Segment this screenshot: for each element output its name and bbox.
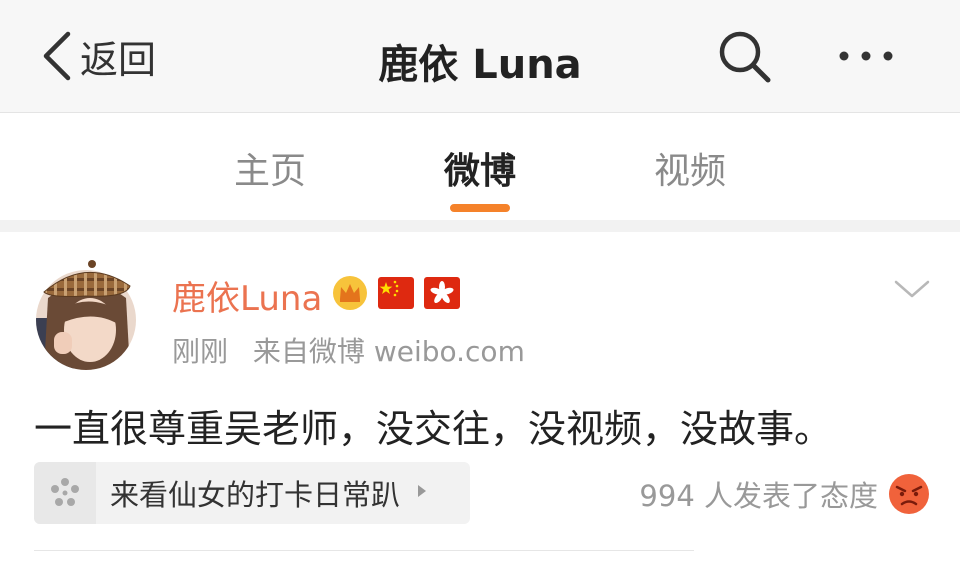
topic-label: 来看仙女的打卡日常趴 bbox=[110, 478, 401, 512]
weibo-post-page: 返回 鹿依 Luna 主页 微博 视频 鹿依Luna 刚刚 来自微博 weibo… bbox=[0, 0, 960, 567]
topic-icon-box bbox=[34, 462, 96, 524]
post-menu-button[interactable] bbox=[892, 276, 932, 302]
tab-video[interactable]: 视频 bbox=[610, 142, 770, 194]
more-button[interactable] bbox=[834, 36, 898, 76]
topic-card[interactable]: 来看仙女的打卡日常趴 bbox=[34, 462, 470, 524]
tab-weibo[interactable]: 微博 bbox=[400, 142, 560, 194]
username-row: 鹿依Luna bbox=[172, 271, 461, 320]
username[interactable]: 鹿依Luna bbox=[172, 271, 322, 320]
profile-tabs: 主页 微博 视频 bbox=[0, 114, 960, 220]
search-button[interactable] bbox=[716, 28, 774, 86]
angry-face-icon bbox=[888, 473, 930, 515]
china-flag-icon bbox=[378, 277, 415, 313]
search-icon bbox=[719, 31, 771, 83]
hong-kong-flag-icon bbox=[424, 277, 461, 313]
sparkle-icon bbox=[51, 478, 79, 506]
post-time: 刚刚 bbox=[172, 335, 229, 368]
chevron-down-icon bbox=[894, 280, 930, 298]
reactions-summary[interactable]: 994 人发表了态度 bbox=[560, 470, 930, 518]
active-tab-indicator bbox=[450, 204, 510, 212]
tab-home[interactable]: 主页 bbox=[190, 142, 350, 194]
reactions-count-text: 994 人发表了态度 bbox=[639, 479, 878, 513]
play-arrow-icon bbox=[416, 483, 428, 503]
crown-icon bbox=[332, 275, 368, 315]
post-text: 一直很尊重吴老师，没交往，没视频，没故事。 bbox=[34, 407, 833, 451]
post-source: 来自微博 weibo.com bbox=[252, 335, 525, 368]
back-label: 返回 bbox=[80, 37, 157, 82]
back-button[interactable]: 返回 bbox=[40, 28, 156, 84]
top-nav-bar: 返回 鹿依 Luna bbox=[0, 0, 960, 113]
avatar[interactable] bbox=[34, 258, 138, 370]
chevron-left-icon bbox=[43, 31, 71, 81]
post-meta: 刚刚 来自微博 weibo.com bbox=[172, 330, 525, 370]
post-divider bbox=[34, 550, 694, 551]
more-icon bbox=[839, 51, 893, 61]
section-divider bbox=[0, 220, 960, 232]
